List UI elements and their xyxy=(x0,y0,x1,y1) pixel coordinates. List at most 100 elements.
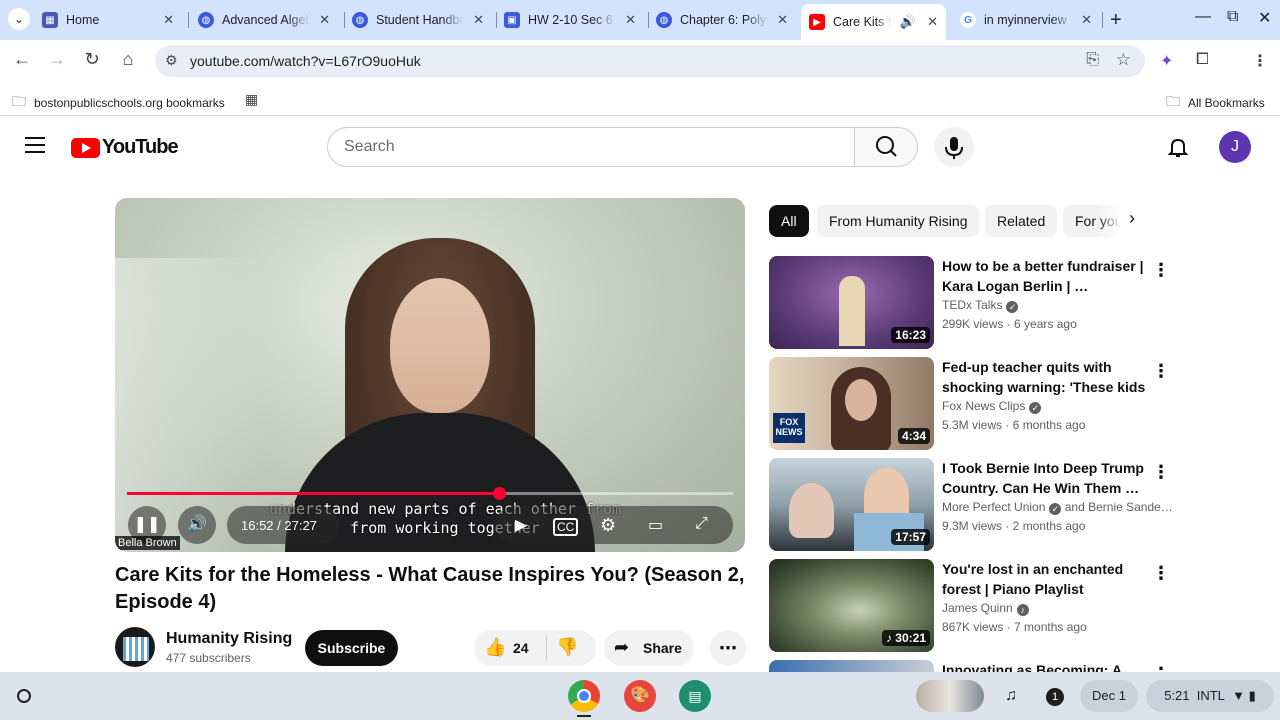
globe-icon: ◍ xyxy=(198,12,214,28)
bookmarks-bar: 🗀 bostonpublicschools.org bookmarks ▦ 🗀 … xyxy=(0,82,1280,116)
address-bar[interactable]: ⚙ youtube.com/watch?v=L67rO9uoHuk ⎘ ☆ xyxy=(155,45,1145,77)
bookmark-folder-bps[interactable]: 🗀 bostonpublicschools.org bookmarks xyxy=(12,91,225,115)
new-tab-icon[interactable]: + xyxy=(1110,9,1122,32)
notification-badge[interactable]: 1 xyxy=(1040,680,1070,712)
recommendation-item[interactable]: 16:23 How to be a better fundraiser | Ka… xyxy=(769,256,1170,350)
close-icon[interactable]: ✕ xyxy=(927,14,938,30)
bookmark-star-icon[interactable]: ☆ xyxy=(1116,50,1131,70)
video-thumbnail[interactable]: 16:23 xyxy=(769,256,934,349)
close-window-icon[interactable]: ✕ xyxy=(1258,8,1271,28)
apps-grid-icon[interactable]: ▦ xyxy=(245,91,266,108)
extensions-icon[interactable]: ⧠ xyxy=(1196,51,1209,69)
date-pill[interactable]: Dec 1 xyxy=(1080,680,1138,712)
home-icon[interactable]: ⌂ xyxy=(116,49,140,70)
verified-icon: ✓ xyxy=(1049,503,1062,515)
scrubber-handle[interactable] xyxy=(493,487,507,500)
minimize-icon[interactable]: — xyxy=(1195,8,1211,26)
tab-hw[interactable]: ▣ HW 2-10 Sec 6 ✕ xyxy=(504,4,644,36)
more-options-icon[interactable]: ⋮ xyxy=(1152,664,1169,672)
tab-search-chevron-icon[interactable]: ⌄ xyxy=(8,8,30,30)
close-icon[interactable]: ✕ xyxy=(777,12,788,28)
channel-name[interactable]: Humanity Rising xyxy=(166,630,292,648)
tab-advanced-algebra[interactable]: ◍ Advanced Algebra ✕ xyxy=(198,4,338,36)
chrome-icon[interactable] xyxy=(568,680,600,712)
volume-button[interactable]: 🔊 xyxy=(178,506,216,544)
install-app-icon[interactable]: ⎘ xyxy=(1086,51,1099,69)
status-area[interactable]: 5:21 INTL ▼ ▮ xyxy=(1146,680,1274,712)
voice-search-button[interactable] xyxy=(934,127,974,167)
paint-palette-icon[interactable]: 🎨 xyxy=(624,680,656,712)
subtitles-icon[interactable]: CC xyxy=(553,518,579,536)
notifications-bell-icon[interactable] xyxy=(1166,135,1190,164)
restore-icon[interactable]: ⧉ xyxy=(1227,8,1238,26)
search-icon xyxy=(876,136,897,157)
forward-icon[interactable]: → xyxy=(45,49,69,70)
fullscreen-icon[interactable]: ⤢ xyxy=(695,515,708,533)
media-controls-icon[interactable]: ♫ xyxy=(994,680,1028,712)
chip-for-you[interactable]: For you xyxy=(1063,205,1121,237)
recommendation-item[interactable]: 17:57 I Took Bernie Into Deep Trump Coun… xyxy=(769,458,1172,552)
channel-avatar[interactable] xyxy=(115,627,155,667)
account-avatar[interactable]: J xyxy=(1219,131,1251,163)
progress-fill xyxy=(127,492,500,495)
close-icon[interactable]: ✕ xyxy=(319,12,330,28)
dislike-icon[interactable]: 👎 xyxy=(556,637,578,658)
progress-bar[interactable] xyxy=(127,487,733,500)
search-button[interactable] xyxy=(854,127,918,167)
tab-chapter-6[interactable]: ◍ Chapter 6: Polynomials ✕ xyxy=(656,4,796,36)
menu-kebab-icon[interactable]: ⋮ xyxy=(1252,51,1268,71)
video-thumbnail[interactable] xyxy=(769,660,934,672)
tab-google[interactable]: G in myinnerview ✕ xyxy=(960,4,1100,36)
recommendation-item[interactable]: ♪ 30:21 You're lost in an enchanted fore… xyxy=(769,559,1170,653)
search-input[interactable]: Search xyxy=(327,127,855,167)
more-options-icon[interactable]: ⋮ xyxy=(1152,260,1170,281)
video-thumbnail[interactable]: ♪ 30:21 xyxy=(769,559,934,652)
extension-puzzle-icon[interactable]: ✦ xyxy=(1160,51,1173,71)
fox-news-logo: FOX NEWS xyxy=(773,413,805,443)
recommendation-item[interactable]: FOX NEWS 4:34 Fed-up teacher quits with s… xyxy=(769,357,1170,451)
like-dislike-group: 👍 24 👎 xyxy=(474,630,596,666)
chevron-right-icon[interactable]: › xyxy=(1129,208,1135,229)
holding-space-thumbnails[interactable] xyxy=(916,680,984,712)
chip-related[interactable]: Related xyxy=(985,205,1058,237)
more-options-icon[interactable]: ⋮ xyxy=(1152,462,1170,483)
tab-care-kits-active[interactable]: ▶ Care Kits for the Homeless 🔊 ✕ xyxy=(801,4,946,40)
youtube-header: YouTube Search J xyxy=(0,118,1280,174)
microphone-icon xyxy=(945,137,963,159)
classroom-icon: ▦ xyxy=(42,12,58,28)
site-info-icon[interactable]: ⚙ xyxy=(165,52,178,69)
tab-student-handbook[interactable]: ◍ Student Handbook ✕ xyxy=(352,4,492,36)
reload-icon[interactable]: ↻ xyxy=(80,49,104,70)
assignment-icon: ▣ xyxy=(504,12,520,28)
back-icon[interactable]: ← xyxy=(10,49,34,70)
video-thumbnail[interactable]: FOX NEWS 4:34 xyxy=(769,357,934,450)
classroom-app-icon[interactable]: ▤ xyxy=(679,680,711,712)
close-icon[interactable]: ✕ xyxy=(473,12,484,28)
more-options-icon[interactable]: ⋮ xyxy=(1152,361,1170,382)
share-button[interactable]: ➦ Share xyxy=(604,630,694,666)
subscribe-button[interactable]: Subscribe xyxy=(305,630,398,666)
settings-gear-icon[interactable]: ⚙ xyxy=(600,515,616,536)
more-actions-icon[interactable]: ⋯ xyxy=(710,630,746,666)
battery-icon: ▮ xyxy=(1248,688,1256,703)
recommendation-item[interactable]: Innovating as Becoming: A … ⋮ xyxy=(769,660,1169,672)
video-thumbnail[interactable]: 17:57 xyxy=(769,458,934,551)
autoplay-toggle-icon[interactable]: ▶ xyxy=(515,515,527,535)
chip-all[interactable]: All xyxy=(769,205,809,237)
close-icon[interactable]: ✕ xyxy=(1081,12,1092,28)
launcher-icon[interactable] xyxy=(8,680,40,712)
speaker-icon[interactable]: 🔊 xyxy=(900,14,916,30)
close-icon[interactable]: ✕ xyxy=(625,12,636,28)
tab-home[interactable]: ▦ Home ✕ xyxy=(42,4,182,36)
speaker-name-tag: Bella Brown xyxy=(115,536,180,550)
like-icon[interactable]: 👍 xyxy=(484,637,506,658)
close-icon[interactable]: ✕ xyxy=(163,12,174,28)
chip-from-humanity-rising[interactable]: From Humanity Rising xyxy=(817,205,980,237)
video-player[interactable]: understand new parts of each other from … xyxy=(115,198,745,552)
video-title: Care Kits for the Homeless - What Cause … xyxy=(115,564,745,613)
theater-mode-icon[interactable]: ▭ xyxy=(648,515,663,535)
hamburger-menu-icon[interactable] xyxy=(25,137,45,158)
all-bookmarks[interactable]: 🗀 All Bookmarks xyxy=(1166,91,1265,115)
more-options-icon[interactable]: ⋮ xyxy=(1152,563,1170,584)
youtube-logo[interactable]: YouTube xyxy=(71,136,179,159)
